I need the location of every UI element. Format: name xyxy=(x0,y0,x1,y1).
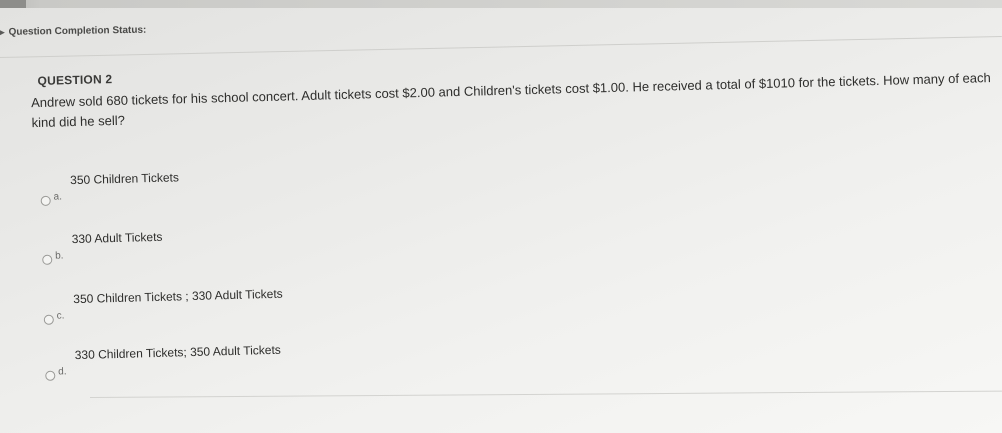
option-b[interactable]: b. 330 Adult Tickets xyxy=(42,222,443,272)
radio-button-a[interactable] xyxy=(40,195,51,206)
top-header-strip xyxy=(0,0,1002,8)
option-letter: a. xyxy=(53,191,63,203)
question-block: QUESTION 2 Andrew sold 680 tickets for h… xyxy=(31,34,1002,381)
option-letter: c. xyxy=(56,310,65,322)
question-completion-status: ▸ Question Completion Status: xyxy=(0,25,146,38)
option-letter: b. xyxy=(55,250,64,262)
option-label[interactable]: 330 Children Tickets; 350 Adult Tickets xyxy=(75,343,281,362)
radio-button-c[interactable] xyxy=(43,314,54,325)
option-label[interactable]: 350 Children Tickets xyxy=(70,170,179,187)
option-a[interactable]: a. 350 Children Tickets xyxy=(40,163,441,213)
option-label[interactable]: 330 Adult Tickets xyxy=(72,230,163,246)
bullet-icon: ▸ xyxy=(0,26,5,37)
option-c[interactable]: c. 350 Children Tickets ; 330 Adult Tick… xyxy=(43,282,444,332)
bottom-divider xyxy=(89,390,1002,398)
header-tab xyxy=(0,0,26,8)
option-d[interactable]: d. 330 Children Tickets; 350 Adult Ticke… xyxy=(45,338,446,388)
radio-button-d[interactable] xyxy=(45,370,56,381)
option-label[interactable]: 350 Children Tickets ; 330 Adult Tickets xyxy=(73,287,283,306)
status-label: Question Completion Status: xyxy=(8,24,147,38)
option-letter: d. xyxy=(58,366,67,378)
radio-button-b[interactable] xyxy=(42,254,53,265)
